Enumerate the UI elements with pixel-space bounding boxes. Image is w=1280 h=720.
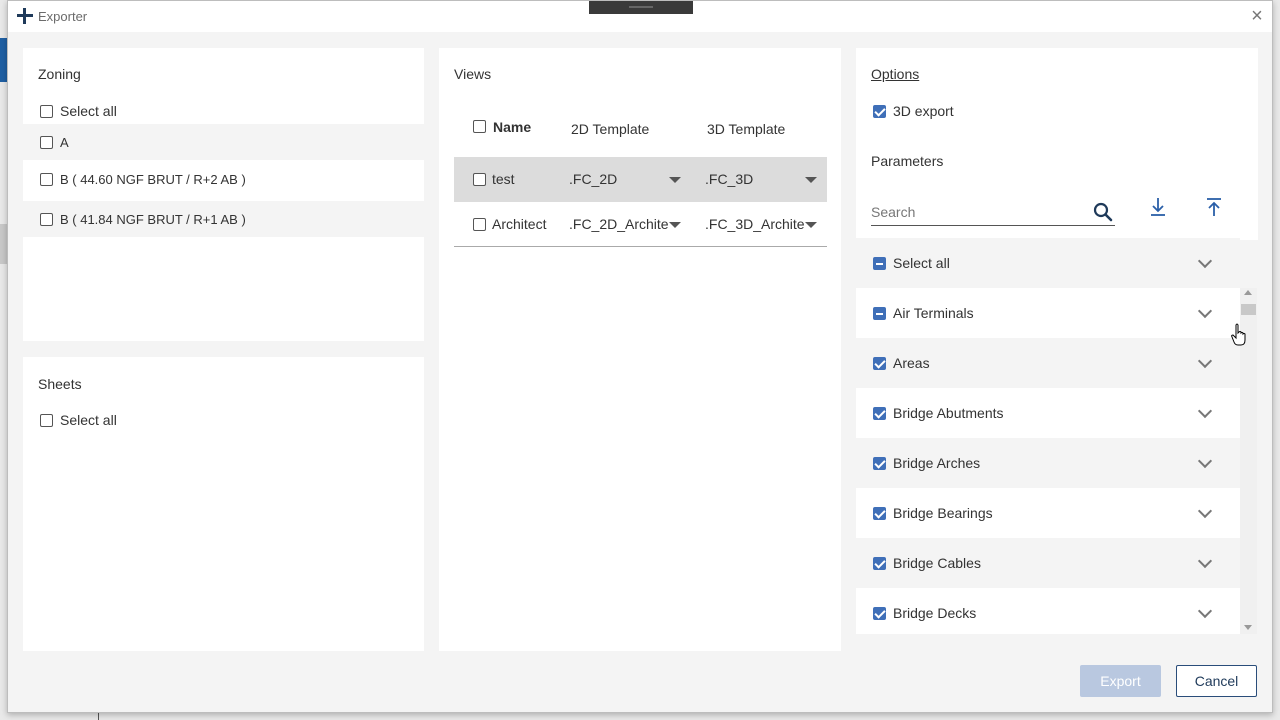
search-box xyxy=(871,199,1115,226)
dropdown-caret-icon[interactable] xyxy=(805,222,817,228)
param-row[interactable]: Areas xyxy=(856,338,1240,388)
param-label: Areas xyxy=(893,355,930,371)
template-3d-dropdown[interactable]: .FC_3D_Architect xyxy=(705,216,805,232)
chevron-down-icon[interactable] xyxy=(1197,503,1213,519)
template-2d-dropdown[interactable]: .FC_2D_Architect xyxy=(569,216,669,232)
param-label: Air Terminals xyxy=(893,305,974,321)
checkbox[interactable] xyxy=(40,135,53,149)
zoning-item-label: A xyxy=(60,134,69,150)
scroll-thumb[interactable] xyxy=(1241,304,1256,315)
chevron-down-icon[interactable] xyxy=(1197,253,1213,269)
scroll-down-icon[interactable] xyxy=(1244,625,1252,630)
chevron-down-icon[interactable] xyxy=(1197,303,1213,319)
search-icon[interactable] xyxy=(1093,202,1113,222)
scroll-up-icon[interactable] xyxy=(1244,290,1252,295)
views-panel: Views Name 2D Template 3D Template test … xyxy=(439,48,841,651)
checkbox[interactable] xyxy=(40,172,53,186)
param-label: Bridge Arches xyxy=(893,455,981,471)
options-title[interactable]: Options xyxy=(871,66,919,82)
app-logo-icon xyxy=(17,8,33,24)
close-icon[interactable]: × xyxy=(1248,6,1266,26)
chevron-down-icon[interactable] xyxy=(1197,403,1213,419)
chevron-down-icon[interactable] xyxy=(1197,553,1213,569)
header-3d-template: 3D Template xyxy=(707,121,786,137)
views-title: Views xyxy=(454,66,492,82)
param-row[interactable]: Air Terminals xyxy=(856,288,1240,338)
export-3d-option[interactable]: 3D export xyxy=(873,103,954,119)
views-select-all-checkbox[interactable] xyxy=(473,120,486,133)
zoning-item[interactable]: B ( 41.84 NGF BRUT / R+1 AB ) xyxy=(23,201,424,237)
table-divider xyxy=(454,246,827,247)
drag-handle[interactable] xyxy=(589,1,693,14)
view-row[interactable]: Architect .FC_2D_Architect .FC_3D_Archit… xyxy=(454,202,827,247)
sheets-title: Sheets xyxy=(38,376,82,392)
view-name: Architect xyxy=(492,216,547,232)
zoning-title: Zoning xyxy=(38,66,81,82)
zoning-item[interactable]: B ( 44.60 NGF BRUT / R+2 AB ) xyxy=(23,161,424,197)
title-bar[interactable]: Exporter × xyxy=(8,1,1272,32)
search-input[interactable] xyxy=(871,201,1081,223)
checkbox[interactable] xyxy=(873,104,886,118)
cancel-button[interactable]: Cancel xyxy=(1176,665,1257,697)
select-all-label: Select all xyxy=(60,103,117,119)
zoning-panel: Zoning Select all A B ( 44.60 NGF BRUT /… xyxy=(23,48,424,341)
checkbox[interactable] xyxy=(873,456,886,470)
checkbox[interactable] xyxy=(873,356,886,370)
checkbox[interactable] xyxy=(40,104,53,118)
chevron-down-icon[interactable] xyxy=(1197,353,1213,369)
parameters-title: Parameters xyxy=(871,153,944,169)
param-row[interactable]: Select all xyxy=(856,238,1240,288)
param-row[interactable]: Bridge Decks xyxy=(856,588,1240,634)
checkbox[interactable] xyxy=(873,606,886,620)
checkbox[interactable] xyxy=(40,413,53,427)
dropdown-caret-icon[interactable] xyxy=(669,177,681,183)
zoning-item-label: B ( 41.84 NGF BRUT / R+1 AB ) xyxy=(60,211,246,227)
checkbox[interactable] xyxy=(873,256,886,270)
upload-icon[interactable] xyxy=(1204,196,1224,218)
checkbox[interactable] xyxy=(873,306,886,320)
chevron-down-icon[interactable] xyxy=(1197,603,1213,619)
hand-cursor-icon xyxy=(1231,323,1246,346)
param-row[interactable]: Bridge Bearings xyxy=(856,488,1240,538)
zoning-item-label: B ( 44.60 NGF BRUT / R+2 AB ) xyxy=(60,171,246,187)
header-name[interactable]: Name xyxy=(493,119,531,135)
checkbox[interactable] xyxy=(473,173,486,186)
background-app-line xyxy=(98,712,99,720)
window-title: Exporter xyxy=(38,9,88,24)
download-icon[interactable] xyxy=(1148,196,1168,218)
zoning-select-all[interactable]: Select all xyxy=(40,103,117,119)
zoning-item[interactable]: A xyxy=(23,124,424,160)
dropdown-caret-icon[interactable] xyxy=(805,177,817,183)
checkbox[interactable] xyxy=(873,556,886,570)
sheets-select-all[interactable]: Select all xyxy=(40,412,117,428)
parameters-list: Select all Air Terminals Areas Bridge Ab… xyxy=(856,238,1240,634)
export-3d-label: 3D export xyxy=(893,103,954,119)
param-label: Bridge Bearings xyxy=(893,505,993,521)
param-label: Bridge Cables xyxy=(893,555,981,571)
view-name: test xyxy=(492,171,515,187)
select-all-label: Select all xyxy=(60,412,117,428)
param-label: Select all xyxy=(893,255,950,271)
header-2d-template: 2D Template xyxy=(571,121,650,137)
view-row[interactable]: test .FC_2D .FC_3D xyxy=(454,157,827,202)
param-row[interactable]: Bridge Cables xyxy=(856,538,1240,588)
checkbox[interactable] xyxy=(873,506,886,520)
param-row[interactable]: Bridge Arches xyxy=(856,438,1240,488)
checkbox[interactable] xyxy=(473,218,486,231)
checkbox[interactable] xyxy=(40,212,53,226)
options-panel: Options 3D export Parameters xyxy=(856,48,1258,240)
sheets-panel: Sheets Select all xyxy=(23,357,424,651)
param-label: Bridge Decks xyxy=(893,605,977,621)
param-row[interactable]: Bridge Abutments xyxy=(856,388,1240,438)
checkbox[interactable] xyxy=(873,406,886,420)
param-label: Bridge Abutments xyxy=(893,405,1004,421)
chevron-down-icon[interactable] xyxy=(1197,453,1213,469)
dropdown-caret-icon[interactable] xyxy=(669,222,681,228)
export-button[interactable]: Export xyxy=(1080,665,1161,697)
